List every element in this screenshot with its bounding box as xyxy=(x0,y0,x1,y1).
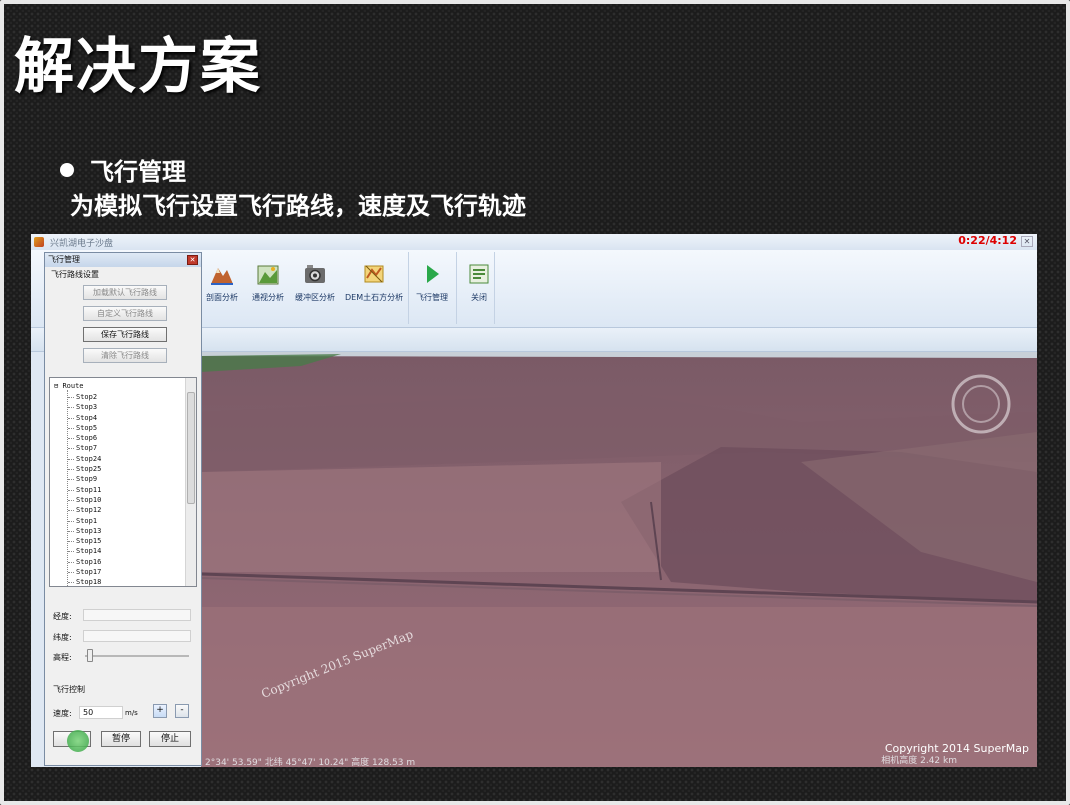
profile-analysis-icon xyxy=(211,268,233,285)
visibility-analysis-icon xyxy=(257,265,279,285)
tree-stop-item[interactable]: Stop6 xyxy=(67,433,101,443)
slide-title: 解决方案 xyxy=(14,32,262,102)
terrain-scene xyxy=(201,352,1037,767)
map-camera-height: 相机高度 2.42 km xyxy=(881,756,957,766)
bullet-point: 飞行管理 xyxy=(60,152,186,187)
close-module-button[interactable]: 关闭 xyxy=(467,262,491,303)
pause-button[interactable]: 暂停 xyxy=(101,731,141,747)
tree-connector xyxy=(67,390,68,586)
tree-stop-item[interactable]: Stop9 xyxy=(67,474,101,484)
dialog-title: 飞行管理 xyxy=(48,255,80,264)
tree-stop-item[interactable]: Stop24 xyxy=(67,454,101,464)
stop-button[interactable]: 停止 xyxy=(149,731,191,747)
app-logo-icon xyxy=(34,237,44,247)
bullet-subtitle: 为模拟飞行设置飞行路线，速度及飞行轨迹 xyxy=(70,192,526,220)
profile-analysis-button[interactable]: 剖面分析 xyxy=(206,262,238,303)
tree-scroll-thumb[interactable] xyxy=(187,392,195,504)
clear-route-button[interactable]: 清除飞行路线 xyxy=(83,348,167,363)
speed-unit: m/s xyxy=(125,709,138,717)
app-close-icon[interactable]: ✕ xyxy=(1021,236,1033,247)
tree-stop-item[interactable]: Stop14 xyxy=(67,546,101,556)
tree-stop-item[interactable]: Stop5 xyxy=(67,423,101,433)
video-clock: 0:22/4:12 xyxy=(958,234,1017,247)
tree-stop-item[interactable]: Stop18 xyxy=(67,577,101,586)
longitude-field[interactable] xyxy=(83,609,191,621)
tree-stop-item[interactable]: Stop2 xyxy=(67,392,101,402)
altitude-slider-thumb[interactable] xyxy=(86,649,93,662)
dem-earthwork-icon xyxy=(364,265,384,283)
route-group-label: 飞行路线设置 xyxy=(51,270,99,279)
dem-earthwork-button[interactable]: DEM土石方分析 xyxy=(345,262,403,303)
route-tree[interactable]: ⊟ Route Stop2 Stop3 Stop4 Stop5 Stop6 Stop7 St… xyxy=(49,377,197,587)
tree-stop-item[interactable]: Stop3 xyxy=(67,402,101,412)
longitude-label: 经度: xyxy=(53,612,72,621)
custom-route-button[interactable]: 自定义飞行路线 xyxy=(83,306,167,321)
tree-scrollbar[interactable] xyxy=(185,378,196,586)
stop-list: Stop2 Stop3 Stop4 Stop5 Stop6 Stop7 Stop24 Stop… xyxy=(67,392,101,586)
tree-stop-item[interactable]: Stop7 xyxy=(67,443,101,453)
dialog-titlebar: 飞行管理 ✕ xyxy=(45,253,201,267)
tree-stop-item[interactable]: Stop11 xyxy=(67,485,101,495)
mouse-cursor-highlight xyxy=(67,730,89,752)
speed-minus-button[interactable]: - xyxy=(175,704,189,718)
flight-manage-button[interactable]: 飞行管理 xyxy=(416,262,448,303)
tree-stop-item[interactable]: Stop15 xyxy=(67,536,101,546)
buffer-analysis-icon xyxy=(305,265,325,283)
tree-stop-item[interactable]: Stop25 xyxy=(67,464,101,474)
bullet-dot-icon xyxy=(60,162,74,177)
speed-input[interactable]: 50 xyxy=(79,706,123,719)
latitude-label: 纬度: xyxy=(53,633,72,642)
tree-stop-item[interactable]: Stop12 xyxy=(67,505,101,515)
latitude-field[interactable] xyxy=(83,630,191,642)
speed-label: 速度: xyxy=(53,709,72,718)
app-titlebar: 兴凯湖电子沙盘 0:22/4:12 ✕ xyxy=(31,234,1037,250)
3d-map-view[interactable]: Copyright 2015 SuperMap Copyright 2014 S… xyxy=(201,352,1037,767)
speed-plus-button[interactable]: + xyxy=(153,704,167,718)
buffer-analysis-button[interactable]: 缓冲区分析 xyxy=(295,262,335,303)
tree-stop-item[interactable]: Stop16 xyxy=(67,557,101,567)
tree-root[interactable]: ⊟ Route xyxy=(54,382,84,390)
tree-stop-item[interactable]: Stop17 xyxy=(67,567,101,577)
altitude-label: 高程: xyxy=(53,653,72,662)
app-window-title: 兴凯湖电子沙盘 xyxy=(50,238,114,249)
close-doc-icon xyxy=(469,264,489,284)
tree-stop-item[interactable]: Stop13 xyxy=(67,526,101,536)
bullet-title: 飞行管理 xyxy=(90,158,186,186)
tree-stop-item[interactable]: Stop1 xyxy=(67,516,101,526)
load-default-route-button[interactable]: 加载默认飞行路线 xyxy=(83,285,167,300)
play-icon xyxy=(427,265,439,283)
save-route-button[interactable]: 保存飞行路线 xyxy=(83,327,167,342)
tree-stop-item[interactable]: Stop10 xyxy=(67,495,101,505)
flight-control-label: 飞行控制 xyxy=(53,685,85,694)
flight-manage-dialog: 飞行管理 ✕ 飞行路线设置 加载默认飞行路线 自定义飞行路线 保存飞行路线 清除… xyxy=(44,252,202,766)
visibility-analysis-button[interactable]: 通视分析 xyxy=(252,262,284,303)
altitude-slider-track[interactable] xyxy=(85,655,189,657)
tree-stop-item[interactable]: Stop4 xyxy=(67,413,101,423)
dialog-close-icon[interactable]: ✕ xyxy=(187,255,198,265)
